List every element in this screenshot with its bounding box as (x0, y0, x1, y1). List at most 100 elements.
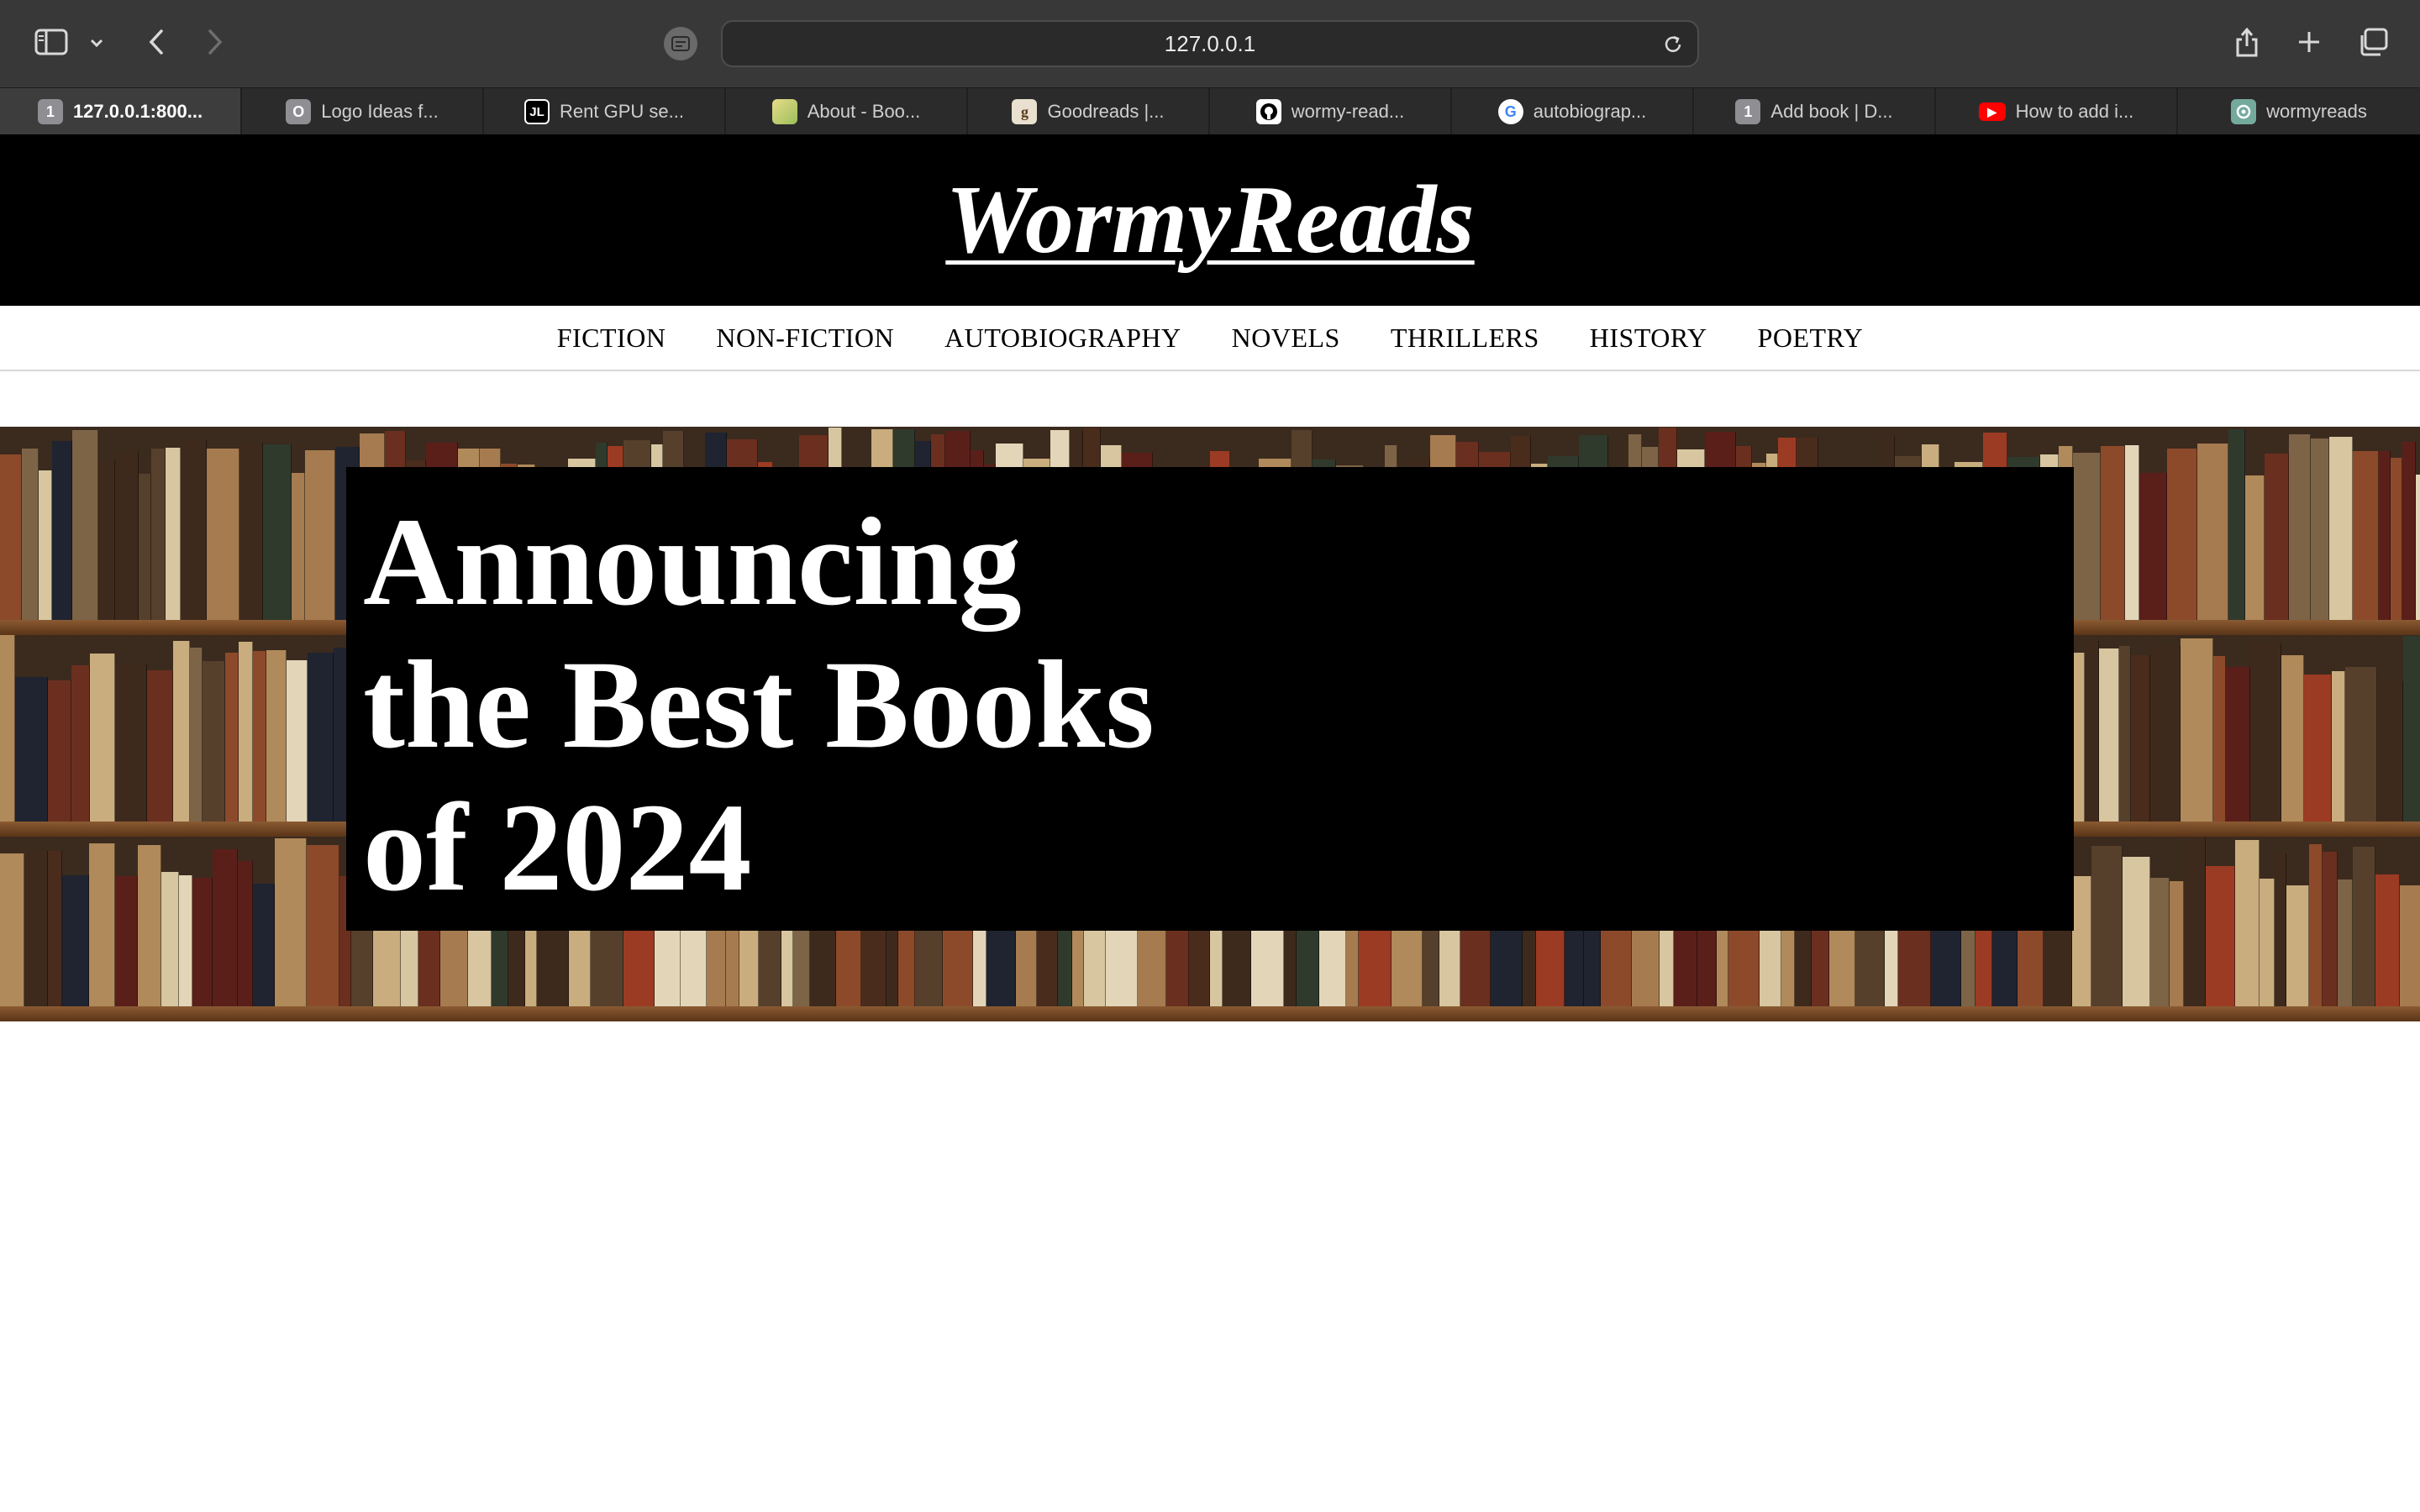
browser-tab[interactable]: 1 Add book | D... (1694, 88, 1936, 135)
book-spine (48, 851, 62, 1006)
book-spine (22, 449, 39, 620)
book-spine (2416, 475, 2420, 620)
book-spine (48, 680, 71, 822)
book-spine (161, 872, 179, 1006)
tab-overview-icon[interactable] (2354, 24, 2391, 60)
book-spine (2235, 840, 2260, 1006)
book-spine (2206, 866, 2235, 1006)
browser-tab[interactable]: O Logo Ideas f... (242, 88, 484, 135)
book-spine (239, 642, 253, 822)
book-favicon-icon (771, 99, 797, 124)
site-settings-icon[interactable] (664, 27, 697, 60)
nav-link-thrillers[interactable]: THRILLERS (1391, 323, 1539, 354)
book-spine (71, 665, 90, 822)
hero-text-box: Announcing the Best Books of 2024 (346, 467, 2074, 931)
book-spine (0, 853, 24, 1006)
tab-title: Add book | D... (1770, 101, 1893, 122)
github-favicon-icon (1255, 99, 1281, 124)
book-spine (115, 451, 139, 620)
book-spine (2400, 885, 2420, 1006)
address-bar[interactable]: 127.0.0.1 (721, 20, 1699, 67)
book-spine (307, 845, 339, 1006)
google-favicon-icon: G (1497, 99, 1523, 124)
share-icon[interactable] (2228, 22, 2265, 62)
book-spine (2338, 879, 2353, 1006)
hero-title-line: the Best Books (363, 635, 1155, 774)
new-tab-plus-icon[interactable] (2292, 25, 2326, 59)
book-spine (238, 861, 253, 1006)
book-spine (190, 648, 203, 822)
book-spine (98, 460, 115, 620)
book-spine (2228, 429, 2245, 620)
book-spine (2265, 454, 2289, 620)
youtube-favicon-icon: ▶ (1978, 102, 2006, 121)
book-spine (2250, 643, 2281, 822)
book-spine (166, 448, 181, 620)
nav-link-poetry[interactable]: POETRY (1758, 323, 1864, 354)
book-spine (275, 838, 307, 1006)
back-arrow-icon[interactable] (139, 25, 173, 59)
book-spine (2099, 648, 2119, 822)
book-spine (2091, 846, 2123, 1006)
book-spine (147, 670, 173, 822)
shelf-plank (0, 1006, 2420, 1021)
chatgpt-favicon-icon (2231, 99, 2257, 124)
book-spine (2375, 874, 2400, 1006)
book-spine (2353, 451, 2379, 620)
sidebar-toggle-icon[interactable] (32, 25, 71, 59)
book-spine (2245, 475, 2265, 620)
book-spine (2304, 675, 2332, 822)
browser-tab[interactable]: 1 127.0.0.1:800... (0, 88, 242, 135)
tab-title: How to add i... (2015, 101, 2134, 122)
hero-title-line: of 2024 (363, 778, 752, 917)
goodreads-favicon-icon: g (1012, 99, 1038, 124)
book-spine (192, 878, 213, 1006)
book-spine (2119, 646, 2131, 822)
book-spine (2181, 638, 2213, 822)
hero-title: Announcing the Best Books of 2024 (363, 491, 1155, 919)
book-spine (15, 677, 48, 822)
chevron-down-icon[interactable] (84, 30, 109, 55)
book-spine (2131, 655, 2150, 822)
browser-tab[interactable]: wormyreads (2178, 88, 2420, 135)
address-bar-url[interactable]: 127.0.0.1 (723, 22, 1697, 66)
book-spine (90, 654, 115, 822)
nav-link-fiction[interactable]: FICTION (557, 323, 666, 354)
book-spine (308, 653, 334, 822)
book-spine (203, 661, 225, 822)
tab-favicon-icon: 1 (37, 99, 63, 124)
nav-link-autobiography[interactable]: AUTOBIOGRAPHY (944, 323, 1181, 354)
browser-tab[interactable]: ▶ How to add i... (1936, 88, 2178, 135)
tab-strip: 1 127.0.0.1:800... O Logo Ideas f... JL … (0, 87, 2420, 135)
nav-link-novels[interactable]: NOVELS (1232, 323, 1340, 354)
book-spine (2332, 671, 2345, 822)
browser-tab[interactable]: wormy-read... (1210, 88, 1452, 135)
book-spine (89, 843, 115, 1006)
forward-arrow-icon[interactable] (198, 25, 232, 59)
browser-toolbar: 127.0.0.1 (0, 0, 2420, 87)
hero-title-line: Announcing (363, 492, 1022, 632)
site-logo-link[interactable]: WormyReads (945, 165, 1474, 276)
book-spine (2150, 646, 2181, 822)
nav-link-non-fiction[interactable]: NON-FICTION (716, 323, 894, 354)
nav-link-history[interactable]: HISTORY (1590, 323, 1707, 354)
browser-tab[interactable]: About - Boo... (726, 88, 968, 135)
tab-favicon-icon: O (286, 99, 312, 124)
book-spine (138, 845, 161, 1006)
reload-icon[interactable] (1660, 32, 1686, 57)
book-spine (2170, 881, 2184, 1006)
browser-tab[interactable]: g Goodreads |... (968, 88, 1210, 135)
book-spine (2072, 876, 2091, 1006)
tab-title: Logo Ideas f... (321, 101, 439, 122)
browser-tab[interactable]: G autobiograp... (1452, 88, 1694, 135)
book-spine (2139, 473, 2167, 620)
book-spine (2125, 445, 2139, 620)
book-spine (253, 884, 275, 1006)
book-spine (2073, 453, 2101, 620)
tab-title: wormy-read... (1291, 101, 1405, 122)
book-spine (2323, 852, 2338, 1006)
book-spine (62, 875, 89, 1006)
browser-tab[interactable]: JL Rent GPU se... (484, 88, 726, 135)
hero-banner: Announcing the Best Books of 2024 (0, 427, 2420, 1021)
tab-favicon-icon: JL (524, 99, 550, 124)
